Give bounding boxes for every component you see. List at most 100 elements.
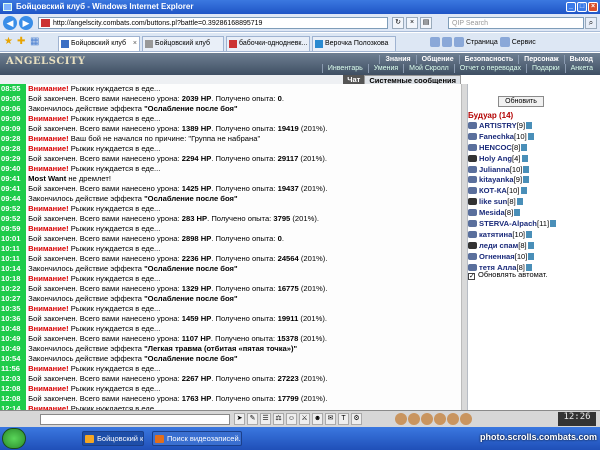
service-menu[interactable]: Сервис: [512, 39, 536, 46]
user-name[interactable]: катятина: [479, 230, 512, 239]
user-name[interactable]: Holy Ang: [479, 154, 512, 163]
chat-timestamp[interactable]: 10:01: [0, 234, 26, 244]
user-info-icon[interactable]: [514, 209, 521, 217]
private-chat-icon[interactable]: [468, 187, 477, 195]
user-info-icon[interactable]: [527, 241, 534, 249]
chat-timestamp[interactable]: 09:52: [0, 214, 26, 224]
clear-icon[interactable]: ✎: [247, 413, 258, 425]
user-list-item[interactable]: леди спам[8]: [468, 241, 600, 252]
chat-timestamp[interactable]: 12:03: [0, 374, 26, 384]
action-6-icon[interactable]: [460, 413, 472, 425]
private-chat-icon[interactable]: [468, 132, 477, 140]
back-icon[interactable]: ◀: [3, 16, 17, 30]
menu-profile[interactable]: Анкета: [564, 64, 598, 73]
user-list-item[interactable]: Holy Ang[4]: [468, 154, 600, 165]
chat-timestamp[interactable]: 10:54: [0, 354, 26, 364]
settings-icon[interactable]: ⚙: [351, 413, 362, 425]
menu-transfers[interactable]: Отчет о переводах: [453, 64, 526, 73]
tab-combats-1[interactable]: Бойцовский клуб ×: [58, 36, 140, 51]
user-list-item[interactable]: Fanechka[10]: [468, 132, 600, 143]
action-2-icon[interactable]: [408, 413, 420, 425]
user-info-icon[interactable]: [550, 220, 557, 228]
refresh-page-icon[interactable]: ↻: [392, 17, 404, 29]
maximize-icon[interactable]: □: [577, 2, 587, 12]
private-chat-icon[interactable]: [468, 143, 477, 151]
search-input[interactable]: QIP Search: [448, 17, 584, 29]
favorites-star-icon[interactable]: ★: [4, 36, 13, 48]
user-list-item[interactable]: КОТ-КА[10]: [468, 186, 600, 197]
user-info-icon[interactable]: [520, 187, 527, 195]
user-name[interactable]: ARTISTRY: [479, 121, 517, 130]
chat-timestamp[interactable]: 11:56: [0, 364, 26, 374]
private-chat-icon[interactable]: [468, 198, 477, 206]
home-icon[interactable]: [430, 37, 440, 47]
user-name[interactable]: Julianna: [479, 165, 510, 174]
user-info-icon[interactable]: [523, 176, 530, 184]
user-info-icon[interactable]: [521, 143, 528, 151]
user-name[interactable]: HENCOC: [479, 143, 512, 152]
action-3-icon[interactable]: [421, 413, 433, 425]
minimize-icon[interactable]: _: [566, 2, 576, 12]
chat-timestamp[interactable]: 10:11: [0, 254, 26, 264]
chat-timestamp[interactable]: 09:28: [0, 134, 26, 144]
chat-timestamp[interactable]: 10:22: [0, 284, 26, 294]
user-name[interactable]: леди спам: [479, 241, 518, 250]
menu-communication[interactable]: Общение: [415, 55, 459, 64]
menu-security[interactable]: Безопасность: [458, 55, 519, 64]
search-icon[interactable]: ⌕: [585, 17, 597, 29]
chat-timestamp[interactable]: 10:35: [0, 304, 26, 314]
chat-timestamp[interactable]: 09:28: [0, 144, 26, 154]
user-info-icon[interactable]: [526, 122, 533, 129]
menu-character[interactable]: Персонаж: [518, 55, 563, 64]
user-list-item[interactable]: Mesida[8]: [468, 208, 600, 219]
tab-combats-2[interactable]: Бойцовский клуб: [142, 36, 224, 51]
fight-icon[interactable]: ⚔: [299, 413, 310, 425]
private-icon[interactable]: ✉: [325, 413, 336, 425]
chat-timestamp[interactable]: 09:05: [0, 94, 26, 104]
user-name[interactable]: Огненная: [479, 252, 515, 261]
user-list-item[interactable]: like sun[8]: [468, 197, 600, 208]
menu-skills[interactable]: Умения: [367, 64, 403, 73]
auto-update-checkbox[interactable]: ✓: [468, 273, 475, 280]
tab-close-icon[interactable]: ×: [133, 37, 137, 51]
user-info-icon[interactable]: [528, 252, 535, 260]
tab-list-icon[interactable]: ▦: [30, 36, 39, 48]
user-icon[interactable]: ☺: [286, 413, 297, 425]
chat-timestamp[interactable]: 10:49: [0, 334, 26, 344]
smiles-icon[interactable]: ☻: [312, 413, 323, 425]
menu-my-scroll[interactable]: Мой Скролл: [403, 64, 454, 73]
url-input[interactable]: http://angelscity.combats.com/buttons.pl…: [38, 17, 388, 29]
menu-knowledge[interactable]: Знания: [379, 55, 415, 64]
chat-timestamp[interactable]: 10:36: [0, 314, 26, 324]
user-name[interactable]: kitayanka: [479, 175, 514, 184]
chat-timestamp[interactable]: 12:08: [0, 394, 26, 404]
tools-gear-icon[interactable]: [499, 37, 510, 47]
start-button[interactable]: [2, 428, 26, 449]
user-list-item[interactable]: HENCOC[8]: [468, 143, 600, 154]
tab-verochka[interactable]: Верочка Полозкова: [312, 36, 396, 51]
chat-timestamp[interactable]: 09:29: [0, 154, 26, 164]
feeds-icon[interactable]: [442, 37, 452, 47]
chat-timestamp[interactable]: 10:14: [0, 264, 26, 274]
stop-icon[interactable]: ×: [406, 17, 418, 29]
user-list-item[interactable]: ARTISTRY[9]: [468, 121, 600, 132]
close-icon[interactable]: ×: [588, 2, 598, 12]
private-chat-icon[interactable]: [468, 241, 477, 249]
refresh-button[interactable]: Обновить: [498, 96, 544, 107]
private-chat-icon[interactable]: [468, 230, 477, 238]
chat-message-input[interactable]: [40, 414, 230, 425]
chat-timestamp[interactable]: 08:55: [0, 84, 26, 94]
user-list-item[interactable]: kitayanka[9]: [468, 175, 600, 186]
private-chat-icon[interactable]: [468, 252, 477, 260]
add-favorite-icon[interactable]: ✚: [17, 36, 25, 48]
tab-butterflies[interactable]: бабочки-однодневк...: [226, 36, 310, 51]
chat-timestamp[interactable]: 10:27: [0, 294, 26, 304]
chat-timestamp[interactable]: 10:18: [0, 274, 26, 284]
user-info-icon[interactable]: [523, 165, 530, 173]
action-4-icon[interactable]: [434, 413, 446, 425]
menu-inventory[interactable]: Инвентарь: [321, 64, 368, 73]
chat-timestamp[interactable]: 09:41: [0, 174, 26, 184]
user-list-item[interactable]: катятина[10]: [468, 230, 600, 241]
chat-timestamp[interactable]: 09:09: [0, 114, 26, 124]
chat-timestamp[interactable]: 09:59: [0, 224, 26, 234]
